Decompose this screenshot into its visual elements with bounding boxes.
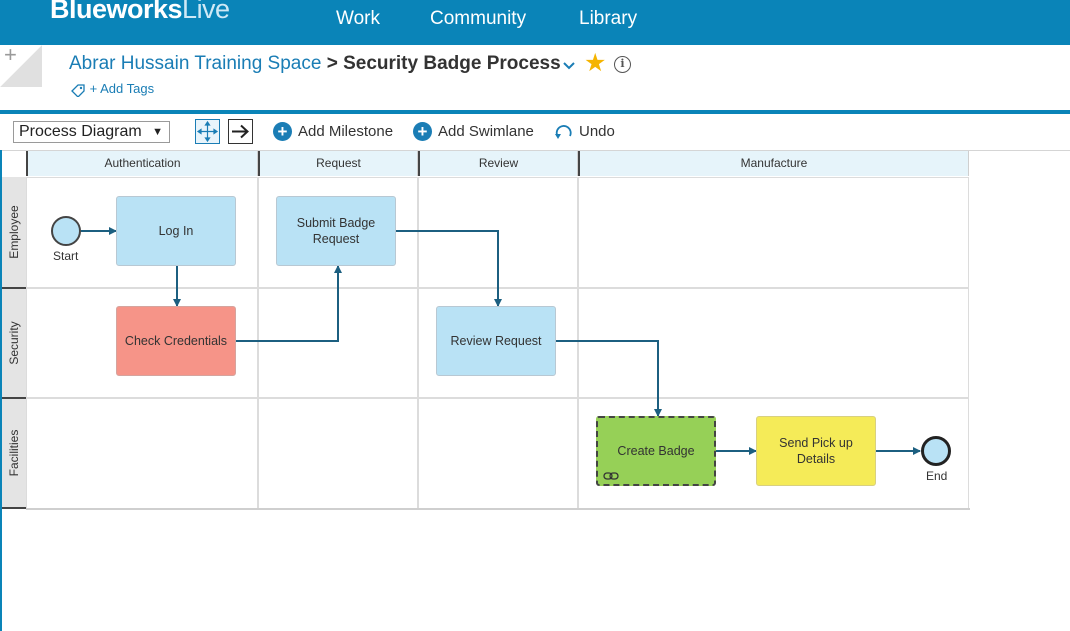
blueworks-live-logo[interactable]: BlueworksLive bbox=[50, 0, 230, 25]
undo-icon bbox=[555, 125, 572, 140]
task-label: Review Request bbox=[450, 334, 542, 348]
add-milestone-button[interactable]: + Add Milestone bbox=[273, 121, 393, 143]
task-send-pick-up-details[interactable]: Send Pick up Details bbox=[756, 416, 876, 486]
undo-button[interactable]: Undo bbox=[553, 121, 615, 143]
breadcrumb-separator: > bbox=[326, 53, 338, 74]
link-icon bbox=[603, 472, 619, 480]
logo-text-bold: Blueworks bbox=[50, 0, 183, 24]
task-submit-badge-request[interactable]: Submit Badge Request bbox=[276, 196, 396, 266]
task-label: Submit Badge Request bbox=[296, 216, 376, 246]
breadcrumb: Abrar Hussain Training Space > Security … bbox=[69, 53, 561, 75]
task-create-badge[interactable]: Create Badge bbox=[596, 416, 716, 486]
undo-label: Undo bbox=[579, 123, 615, 140]
view-select-value: Process Diagram bbox=[19, 123, 142, 140]
add-tags-link[interactable]: + Add Tags bbox=[70, 81, 155, 98]
page-title: Security Badge Process bbox=[343, 53, 561, 74]
header-divider bbox=[0, 110, 1070, 114]
flow-check-to-submit bbox=[236, 265, 342, 342]
task-label: Check Credentials bbox=[124, 334, 228, 348]
connector-arrow-icon[interactable] bbox=[228, 119, 253, 144]
task-review-request[interactable]: Review Request bbox=[436, 306, 556, 376]
nav-work[interactable]: Work bbox=[336, 8, 380, 30]
task-check-credentials[interactable]: Check Credentials bbox=[116, 306, 236, 376]
favorite-star-icon[interactable]: ★ bbox=[584, 51, 606, 76]
nav-community[interactable]: Community bbox=[430, 8, 526, 30]
task-label: Send Pick up Details bbox=[779, 436, 853, 466]
logo-text-light: Live bbox=[182, 0, 230, 24]
chevron-down-icon[interactable] bbox=[560, 56, 578, 74]
start-event[interactable] bbox=[51, 216, 81, 246]
task-log-in[interactable]: Log In bbox=[116, 196, 236, 266]
add-circle-icon: + bbox=[273, 121, 292, 141]
nav-library[interactable]: Library bbox=[579, 8, 637, 30]
add-milestone-label: Add Milestone bbox=[298, 123, 394, 140]
tag-icon bbox=[71, 83, 85, 98]
breadcrumb-space-link[interactable]: Abrar Hussain Training Space bbox=[69, 53, 321, 74]
info-icon[interactable]: i bbox=[614, 56, 631, 73]
start-label: Start bbox=[53, 249, 79, 263]
flow-review-to-create bbox=[556, 340, 662, 417]
fit-to-screen-icon[interactable] bbox=[195, 119, 220, 144]
view-select[interactable]: Process Diagram ▼ bbox=[13, 121, 170, 143]
expand-plus-icon[interactable]: + bbox=[4, 42, 17, 68]
select-caret-icon: ▼ bbox=[152, 126, 163, 138]
add-swimlane-label: Add Swimlane bbox=[438, 123, 534, 140]
task-label: Create Badge bbox=[617, 444, 695, 458]
add-circle-icon: + bbox=[413, 121, 432, 141]
process-diagram: Authentication Request Review Manufactur… bbox=[0, 150, 970, 510]
add-swimlane-button[interactable]: + Add Swimlane bbox=[413, 121, 534, 143]
top-nav-bar: BlueworksLive Work Community Library bbox=[0, 0, 1070, 45]
flow-submit-to-review bbox=[396, 230, 502, 307]
task-label: Log In bbox=[158, 224, 194, 238]
end-event[interactable] bbox=[921, 436, 951, 466]
add-tags-label: + Add Tags bbox=[89, 81, 155, 96]
end-label: End bbox=[926, 469, 948, 483]
